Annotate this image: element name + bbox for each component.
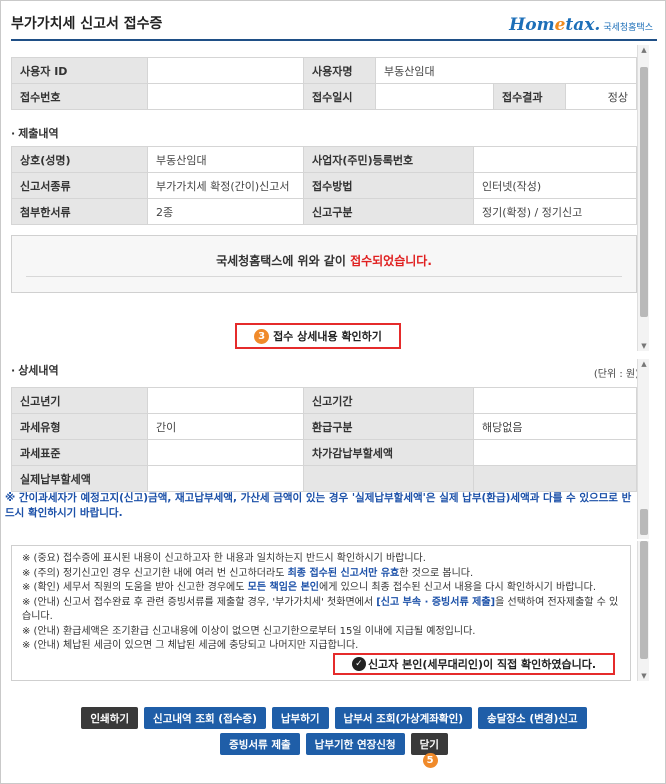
- scroll-down-icon[interactable]: ▼: [638, 671, 650, 681]
- logo-subtitle: 국세청홈택스: [603, 23, 653, 33]
- result-label: 접수결과: [493, 83, 566, 110]
- empty-header-cell: [303, 465, 474, 492]
- pay-button[interactable]: 납부하기: [271, 707, 329, 729]
- user-name-label: 사용자명: [303, 57, 376, 84]
- deduct-label: 차가감납부할세액: [303, 439, 474, 466]
- unit-label: (단위 : 원): [593, 369, 639, 380]
- method-label: 접수방법: [303, 172, 474, 199]
- user-name-value: 부동산임대: [375, 57, 637, 84]
- reg-no-value: [473, 146, 637, 173]
- info-line-5: ※ (안내) 환급세액은 조기환급 신고내용에 이상이 없으면 신고기한으로부터…: [22, 625, 476, 637]
- empty-cell: [473, 465, 637, 492]
- self-confirm-label: 신고자 본인(세무대리인)이 직접 확인하였습니다.: [367, 658, 597, 671]
- address-change-button[interactable]: 송달장소 (변경)신고: [478, 707, 587, 729]
- filing-type-label: 신고구분: [303, 198, 474, 225]
- form-type-value: 부가가치세 확정(간이)신고서: [147, 172, 304, 199]
- hometax-logo: Hometax. 국세청홈택스: [509, 11, 653, 35]
- step-badge: 5: [422, 753, 438, 768]
- period-value: [473, 387, 637, 414]
- period-year-label: 신고년기: [11, 387, 148, 414]
- receipt-notice-text: 국세청홈택스에 위와 같이 접수되었습니다.: [216, 254, 432, 268]
- details-scrollbar[interactable]: ▲: [637, 359, 649, 539]
- info-line-3: ※ (확인) 세무서 직원의 도움을 받아 신고한 경우에도 모든 책임은 본인…: [22, 582, 597, 593]
- tax-type-label: 과세유형: [11, 413, 148, 440]
- close-wrap: 닫기 5: [410, 733, 448, 768]
- submission-heading: · 제출내역: [11, 127, 59, 140]
- receipt-scrollbar[interactable]: ▲ ▼: [637, 45, 649, 351]
- period-year-value: [147, 387, 304, 414]
- company-value: 부동산임대: [147, 146, 304, 173]
- filing-type-value: 정기(확정) / 정기신고: [473, 198, 637, 225]
- scroll-thumb[interactable]: [640, 67, 648, 317]
- info-line-6: ※ (안내) 체납된 세금이 있으면 그 체납된 세금에 충당되고 나머지만 지…: [22, 640, 359, 651]
- receipt-no-value: [147, 83, 304, 110]
- user-id-value: [147, 57, 304, 84]
- history-button[interactable]: 신고내역 조회 (접수증): [144, 707, 266, 729]
- tax-base-value: [147, 439, 304, 466]
- deduct-value: [473, 439, 637, 466]
- info-scrollbar[interactable]: ▼: [637, 541, 649, 681]
- close-button[interactable]: 닫기: [410, 733, 448, 755]
- check-icon: ✓: [351, 657, 366, 671]
- extend-button[interactable]: 납부기한 연장신청: [305, 733, 405, 755]
- print-button[interactable]: 인쇄하기: [81, 707, 139, 729]
- self-confirm-checkbox[interactable]: ✓ 신고자 본인(세무대리인)이 직접 확인하였습니다.: [333, 653, 615, 675]
- scroll-thumb[interactable]: [640, 509, 648, 535]
- title-bar: 부가가치세 신고서 접수증 Hometax. 국세청홈택스: [11, 7, 657, 37]
- action-buttons-row-2: 증빙서류 제출 납부기한 연장신청 닫기 5: [1, 733, 666, 768]
- scroll-up-icon[interactable]: ▲: [638, 45, 650, 55]
- refund-label: 환급구분: [303, 413, 474, 440]
- action-buttons-row-1: 인쇄하기 신고내역 조회 (접수증) 납부하기 납부서 조회(가상계좌확인) 송…: [1, 707, 666, 729]
- receipt-date-value: [375, 83, 494, 110]
- tax-base-label: 과세표준: [11, 439, 148, 466]
- receipt-no-label: 접수번호: [11, 83, 148, 110]
- details-table: 신고년기 신고기간 과세유형 간이 환급구분 해당없음 과세표준 차가감납부할세…: [11, 387, 637, 492]
- receipt-pane: 사용자 ID 사용자명 부동산임대 접수번호 접수일시 접수결과 정상 · 제출내…: [7, 45, 645, 351]
- evidence-button[interactable]: 증빙서류 제출: [220, 733, 300, 755]
- actual-value: [147, 465, 304, 492]
- result-value: 정상: [565, 83, 637, 110]
- refund-value: 해당없음: [473, 413, 637, 440]
- submission-table: 상호(성명) 부동산임대 사업자(주민)등록번호 신고서종류 부가가치세 확정(…: [11, 146, 637, 225]
- receipt-notice: 국세청홈택스에 위와 같이 접수되었습니다.: [11, 235, 637, 293]
- view-details-label: 접수 상세내용 확인하기: [273, 330, 382, 343]
- scroll-thumb[interactable]: [640, 541, 648, 659]
- attach-label: 첨부한서류: [11, 198, 148, 225]
- pay-lookup-button[interactable]: 납부서 조회(가상계좌확인): [334, 707, 473, 729]
- tax-type-value: 간이: [147, 413, 304, 440]
- details-heading: · 상세내역: [11, 364, 59, 377]
- page-title: 부가가치세 신고서 접수증: [11, 16, 163, 32]
- method-value: 인터넷(작성): [473, 172, 637, 199]
- company-label: 상호(성명): [11, 146, 148, 173]
- title-divider: [11, 39, 657, 41]
- logo-wordmark: Hometax.: [509, 15, 601, 35]
- receipt-date-label: 접수일시: [303, 83, 376, 110]
- scroll-down-icon[interactable]: ▼: [638, 341, 650, 351]
- info-line-2: ※ (주의) 정기신고인 경우 신고기한 내에 여러 번 신고하더라도 최종 접…: [22, 567, 474, 579]
- actual-label: 실제납부할세액: [11, 465, 148, 492]
- reg-no-label: 사업자(주민)등록번호: [303, 146, 474, 173]
- notice-divider: [26, 276, 622, 277]
- form-type-label: 신고서종류: [11, 172, 148, 199]
- attach-value: 2종: [147, 198, 304, 225]
- info-line-1: ※ (중요) 접수증에 표시된 내용이 신고하고자 한 내용과 일치하는지 반드…: [22, 553, 426, 564]
- step-badge: 3: [254, 328, 270, 344]
- tax-warning: ※ 간이과세자가 예정고지(신고)금액, 재고납부세액, 가산세 금액이 있는 …: [5, 492, 632, 519]
- user-info-table: 사용자 ID 사용자명 부동산임대 접수번호 접수일시 접수결과 정상: [11, 57, 637, 110]
- receipt-window: 부가가치세 신고서 접수증 Hometax. 국세청홈택스 사용자 ID 사용자…: [0, 0, 666, 784]
- period-label: 신고기간: [303, 387, 474, 414]
- view-details-button[interactable]: 3 접수 상세내용 확인하기: [235, 323, 401, 349]
- scroll-up-icon[interactable]: ▲: [638, 359, 650, 369]
- user-id-label: 사용자 ID: [11, 57, 148, 84]
- info-line-4: ※ (안내) 신고서 접수완료 후 관련 증빙서류를 제출할 경우, '부가가치…: [22, 596, 619, 623]
